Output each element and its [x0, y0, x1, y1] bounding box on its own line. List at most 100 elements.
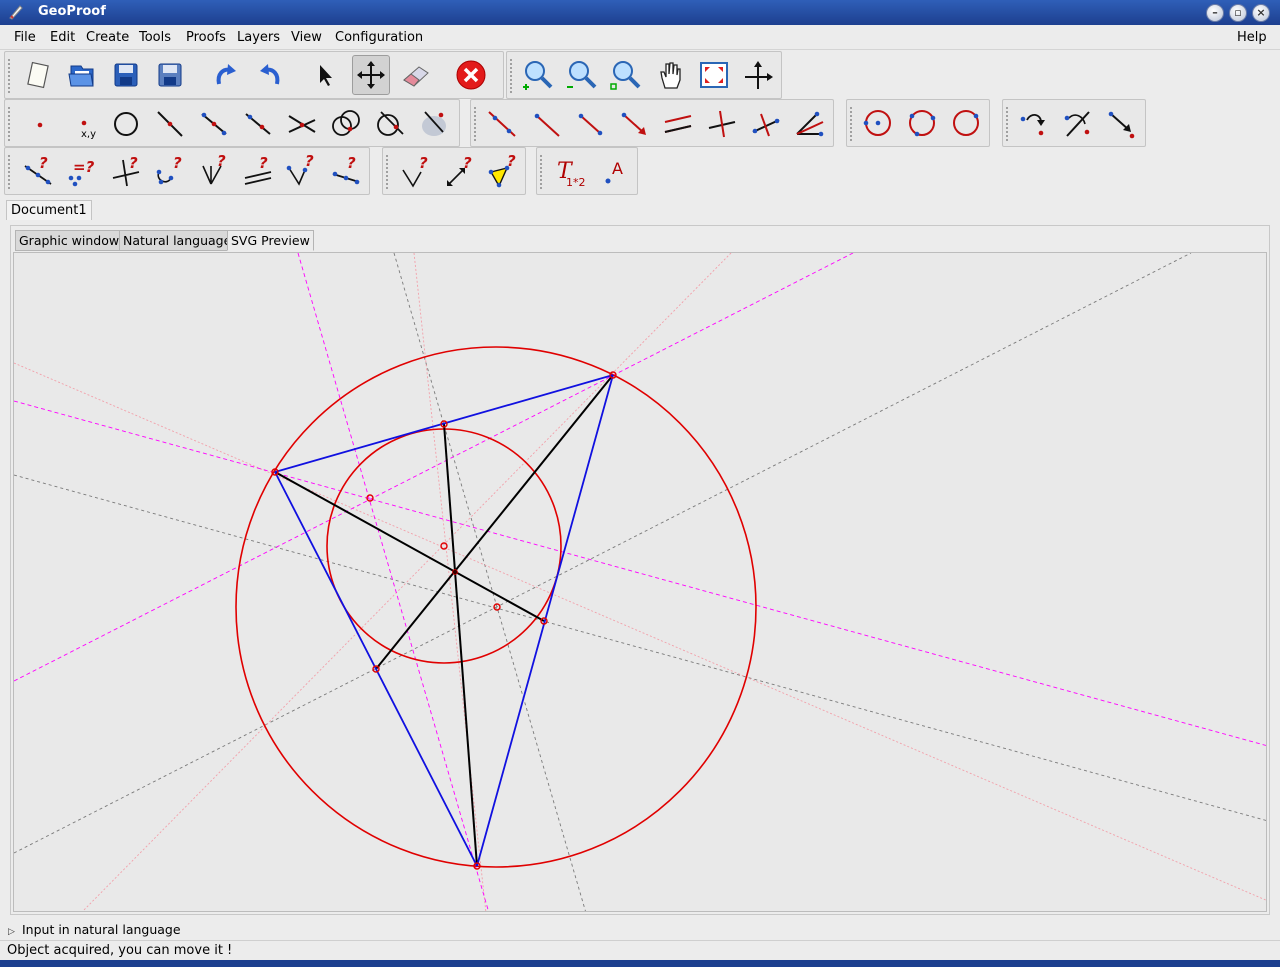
distance-check-icon: ?: [447, 154, 472, 186]
axes-button[interactable]: [739, 55, 777, 95]
translation-icon: [1108, 111, 1135, 139]
construction-line: [393, 253, 586, 911]
translation-tool[interactable]: [1103, 103, 1141, 143]
menu-proofs[interactable]: Proofs: [186, 30, 226, 45]
angle-check-tool[interactable]: ?: [283, 151, 321, 191]
intersection-lines-tool[interactable]: [283, 103, 321, 143]
midpoint-check-tool[interactable]: ?: [327, 151, 365, 191]
text-formula-tool[interactable]: T 1*2: [551, 151, 589, 191]
svg-preview-canvas[interactable]: [13, 252, 1267, 912]
point-tool[interactable]: [19, 103, 57, 143]
parallel-check-tool[interactable]: ?: [239, 151, 277, 191]
angle-equal-check-tool[interactable]: ?: [397, 151, 435, 191]
menu-layers[interactable]: Layers: [237, 30, 280, 45]
maximize-button[interactable]: ▫: [1229, 4, 1247, 22]
vector-tool[interactable]: [615, 103, 653, 143]
fit-window-button[interactable]: [695, 55, 733, 95]
point-on-line-tool[interactable]: [239, 103, 277, 143]
circle-tool[interactable]: [107, 103, 145, 143]
save-as-button[interactable]: [151, 55, 189, 95]
circle-center-radius-tool[interactable]: [947, 103, 985, 143]
question-mark: =?: [73, 158, 95, 176]
menu-help[interactable]: Help: [1237, 30, 1267, 45]
toolbar-handle[interactable]: [7, 58, 12, 94]
equal-check-icon: =?: [68, 158, 95, 187]
midpoint-tool[interactable]: [195, 103, 233, 143]
point-coordinates-tool[interactable]: x,y: [63, 103, 101, 143]
document-tab[interactable]: Document1: [6, 200, 92, 220]
construction-line: [14, 400, 1266, 746]
concyclic-check-tool[interactable]: ?: [151, 151, 189, 191]
angle-bisector-tool[interactable]: [791, 103, 829, 143]
save-button[interactable]: [107, 55, 145, 95]
parallel-tool[interactable]: [659, 103, 697, 143]
toolbar-handle[interactable]: [7, 106, 12, 142]
geometry-figure[interactable]: [14, 253, 1267, 912]
pan-button[interactable]: [651, 55, 689, 95]
status-bar: Object acquired, you can move it !: [0, 940, 1280, 960]
menu-file[interactable]: File: [14, 30, 36, 45]
reflection-tool[interactable]: [1059, 103, 1097, 143]
angle-equal-check-icon: ?: [402, 154, 428, 188]
label-point-tool[interactable]: A: [595, 151, 633, 191]
circle-three-points-icon: [909, 110, 936, 137]
redo-button[interactable]: [207, 55, 245, 95]
segment-tool[interactable]: [151, 103, 189, 143]
zoom-out-button[interactable]: [563, 55, 601, 95]
delete-button[interactable]: [452, 55, 490, 95]
tab-graphic-window[interactable]: Graphic window: [15, 230, 124, 251]
title-bar: GeoProof – ▫ ×: [0, 0, 1280, 25]
open-file-button[interactable]: [63, 55, 101, 95]
fit-window-icon: [700, 62, 728, 88]
new-document-button[interactable]: [19, 55, 57, 95]
ray-tool[interactable]: [527, 103, 565, 143]
segment-line-tool[interactable]: [571, 103, 609, 143]
toolbar-handle[interactable]: [509, 58, 514, 94]
minimize-button[interactable]: –: [1206, 4, 1224, 22]
toolbar-handle[interactable]: [385, 154, 390, 190]
locus-tool[interactable]: [415, 103, 453, 143]
concurrent-check-tool[interactable]: ?: [195, 151, 233, 191]
save-as-icon: [158, 63, 182, 87]
perpendicular-check-tool[interactable]: ?: [107, 151, 145, 191]
zoom-in-button[interactable]: [519, 55, 557, 95]
select-tool-button[interactable]: [307, 55, 345, 95]
eraser-button[interactable]: [397, 55, 435, 95]
gergonne-point[interactable]: [452, 569, 458, 575]
undo-button[interactable]: [251, 55, 289, 95]
perpendicular-bisector-tool[interactable]: [747, 103, 785, 143]
circle-center-point-tool[interactable]: [859, 103, 897, 143]
properties-toolbar: ? =? ? ? ? ? ? ?: [4, 147, 370, 195]
toolbar-handle[interactable]: [1005, 106, 1010, 142]
equal-check-tool[interactable]: =?: [63, 151, 101, 191]
tab-natural-language[interactable]: Natural language: [119, 230, 236, 251]
parallel-icon: [664, 115, 692, 133]
perpendicular-tool[interactable]: [703, 103, 741, 143]
distance-check-tool[interactable]: ?: [441, 151, 479, 191]
menu-view[interactable]: View: [291, 30, 322, 45]
intersection-circles-tool[interactable]: [327, 103, 365, 143]
menu-tools[interactable]: Tools: [139, 30, 171, 45]
menu-edit[interactable]: Edit: [50, 30, 75, 45]
menu-configuration[interactable]: Configuration: [335, 30, 423, 45]
natural-language-expander[interactable]: ▷ Input in natural language: [8, 922, 181, 937]
toolbar-handle[interactable]: [539, 154, 544, 190]
toolbar-handle[interactable]: [473, 106, 478, 142]
tab-svg-preview[interactable]: SVG Preview: [227, 230, 314, 251]
rotation-tool[interactable]: [1015, 103, 1053, 143]
move-tool-button[interactable]: [352, 55, 390, 95]
intersection-circles-icon: [332, 110, 360, 136]
midpoint-check-icon: ?: [332, 154, 360, 185]
toolbar-handle[interactable]: [7, 154, 12, 190]
collinear-check-tool[interactable]: ?: [19, 151, 57, 191]
triangle-check-tool[interactable]: ?: [485, 151, 523, 191]
question-mark: ?: [39, 154, 48, 172]
lines-toolbar: [470, 99, 834, 147]
close-window-button[interactable]: ×: [1252, 4, 1270, 22]
menu-create[interactable]: Create: [86, 30, 129, 45]
circle-three-points-tool[interactable]: [903, 103, 941, 143]
intersection-line-circle-tool[interactable]: [371, 103, 409, 143]
toolbar-handle[interactable]: [849, 106, 854, 142]
zoom-fit-button[interactable]: [607, 55, 645, 95]
line-tool[interactable]: [483, 103, 521, 143]
